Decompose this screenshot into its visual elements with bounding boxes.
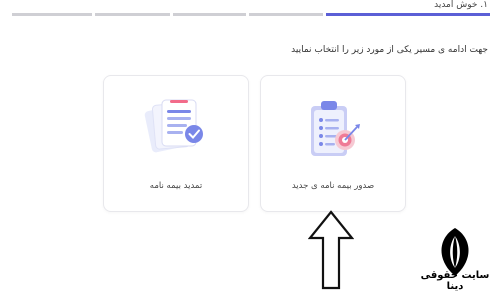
progress-steps: [12, 13, 490, 17]
instruction-text: جهت ادامه ی مسیر یکی از مورد زیر را انتخ…: [291, 45, 488, 55]
new-policy-card[interactable]: صدور بیمه نامه ی جدید: [260, 75, 406, 212]
up-arrow-pointer: [307, 210, 355, 294]
documents-check-icon: [140, 96, 212, 162]
step-4-bar: [95, 13, 170, 16]
new-policy-label: صدور بیمه نامه ی جدید: [291, 181, 375, 191]
step-3-bar: [173, 13, 246, 16]
clipboard-target-icon: [297, 96, 369, 166]
step-5-bar: [12, 13, 92, 16]
renew-policy-card[interactable]: تمدید بیمه نامه: [103, 75, 249, 212]
step-1-bar-active: [326, 13, 490, 16]
site-logo-watermark: سایت حقوقی دینا: [412, 226, 498, 298]
step-2-bar: [249, 13, 323, 16]
renew-policy-label: تمدید بیمه نامه: [149, 181, 203, 191]
watermark-text: سایت حقوقی دینا: [420, 270, 490, 292]
active-step-label: ۱. خوش آمدید: [434, 0, 488, 10]
